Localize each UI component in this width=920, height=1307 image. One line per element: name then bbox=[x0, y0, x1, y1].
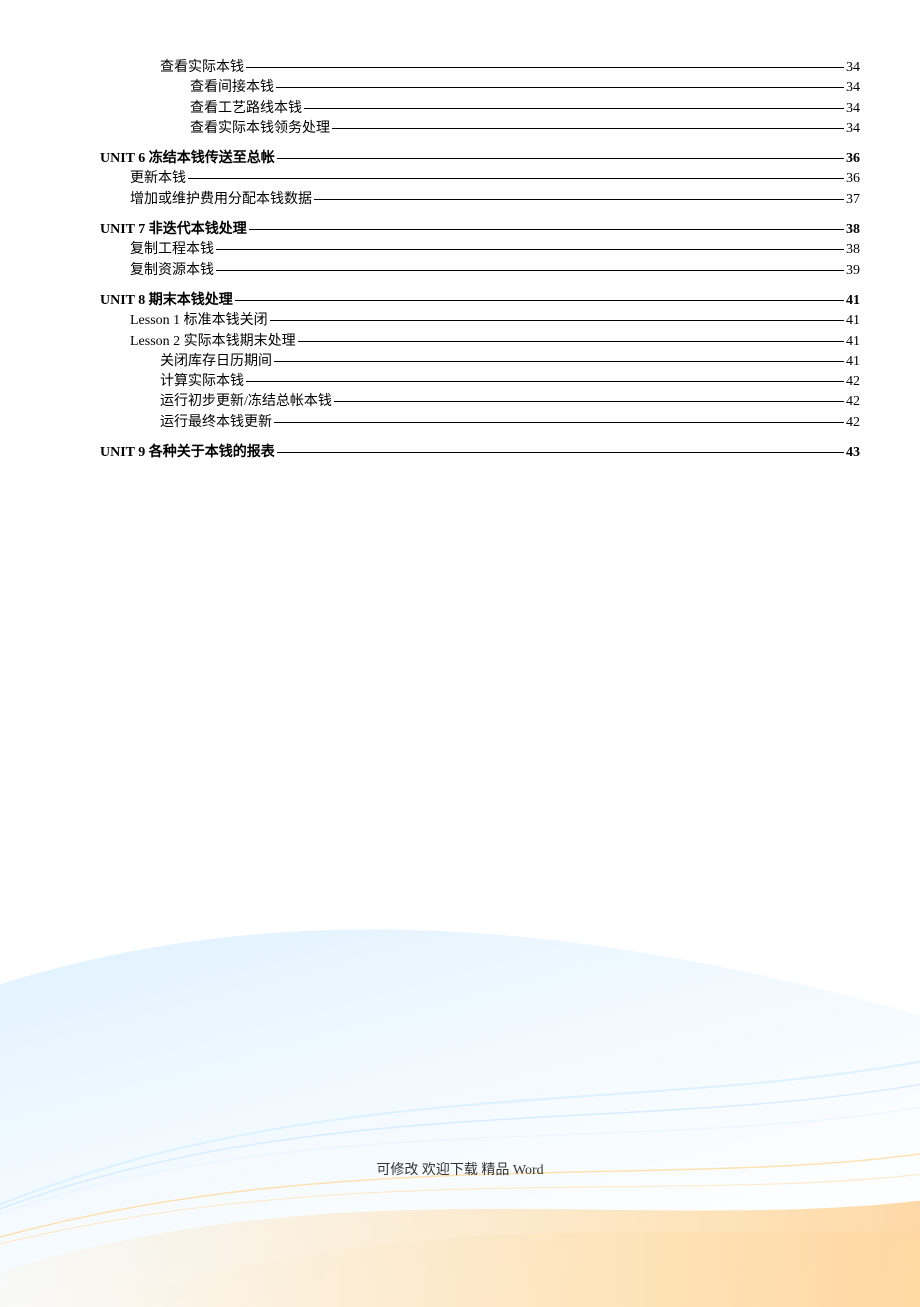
toc-entry: 计算实际本钱 42 bbox=[100, 372, 860, 392]
toc-entry-label: 运行初步更新/冻结总帐本钱 bbox=[160, 392, 332, 412]
toc-entry-page: 34 bbox=[846, 99, 860, 119]
toc-entry-page: 38 bbox=[846, 220, 860, 240]
toc-entry-label: 查看实际本钱 bbox=[160, 58, 244, 78]
toc-leader-line bbox=[298, 341, 844, 342]
toc-leader-line bbox=[216, 270, 844, 271]
toc-entry: UNIT 6 冻结本钱传送至总帐 36 bbox=[100, 149, 860, 169]
toc-entry-page: 38 bbox=[846, 240, 860, 260]
table-of-contents: 查看实际本钱 34 查看间接本钱 34 查看工艺路线本钱 34 查看实际本钱领务处理 34 UN… bbox=[100, 58, 860, 463]
page-footer: 可修改 欢迎下载 精品 Word bbox=[0, 1159, 920, 1179]
toc-entry-label: Lesson 1 标准本钱关闭 bbox=[130, 311, 268, 331]
toc-leader-line bbox=[246, 67, 844, 68]
toc-entry-page: 34 bbox=[846, 78, 860, 98]
toc-entry-label: 复制资源本钱 bbox=[130, 261, 214, 281]
toc-leader-line bbox=[274, 361, 844, 362]
toc-leader-line bbox=[274, 422, 844, 423]
toc-entry-page: 34 bbox=[846, 119, 860, 139]
toc-entry-label: 查看工艺路线本钱 bbox=[190, 99, 302, 119]
footer-text: 可修改 欢迎下载 精品 Word bbox=[376, 1163, 543, 1178]
toc-leader-line bbox=[314, 199, 844, 200]
toc-entry-page: 41 bbox=[846, 352, 860, 372]
toc-leader-line bbox=[188, 178, 844, 179]
toc-entry: 更新本钱 36 bbox=[100, 169, 860, 189]
toc-entry-page: 36 bbox=[846, 149, 860, 169]
toc-leader-line bbox=[277, 452, 844, 453]
toc-entry: UNIT 7 非迭代本钱处理 38 bbox=[100, 220, 860, 240]
toc-entry: Lesson 2 实际本钱期末处理 41 bbox=[100, 332, 860, 352]
toc-entry-page: 36 bbox=[846, 169, 860, 189]
toc-entry-page: 41 bbox=[846, 311, 860, 331]
toc-entry-label: UNIT 6 冻结本钱传送至总帐 bbox=[100, 149, 275, 169]
toc-entry: Lesson 1 标准本钱关闭 41 bbox=[100, 311, 860, 331]
toc-entry: 运行最终本钱更新 42 bbox=[100, 413, 860, 433]
toc-leader-line bbox=[334, 401, 844, 402]
toc-entry-page: 43 bbox=[846, 443, 860, 463]
toc-entry: 查看工艺路线本钱 34 bbox=[100, 99, 860, 119]
toc-entry-page: 39 bbox=[846, 261, 860, 281]
toc-leader-line bbox=[249, 229, 844, 230]
toc-leader-line bbox=[332, 128, 844, 129]
toc-entry-label: UNIT 8 期末本钱处理 bbox=[100, 291, 233, 311]
toc-entry: 查看实际本钱 34 bbox=[100, 58, 860, 78]
toc-entry: UNIT 8 期末本钱处理 41 bbox=[100, 291, 860, 311]
toc-entry: 增加或维护费用分配本钱数据 37 bbox=[100, 190, 860, 210]
toc-leader-line bbox=[216, 249, 844, 250]
toc-entry-label: UNIT 7 非迭代本钱处理 bbox=[100, 220, 247, 240]
toc-entry-page: 37 bbox=[846, 190, 860, 210]
toc-entry-page: 42 bbox=[846, 392, 860, 412]
toc-entry: 关闭库存日历期间 41 bbox=[100, 352, 860, 372]
toc-entry-label: 查看实际本钱领务处理 bbox=[190, 119, 330, 139]
toc-entry: 复制资源本钱 39 bbox=[100, 261, 860, 281]
toc-entry-page: 34 bbox=[846, 58, 860, 78]
toc-leader-line bbox=[246, 381, 844, 382]
toc-entry-page: 42 bbox=[846, 413, 860, 433]
toc-entry: UNIT 9 各种关于本钱的报表 43 bbox=[100, 443, 860, 463]
document-page: 查看实际本钱 34 查看间接本钱 34 查看工艺路线本钱 34 查看实际本钱领务处理 34 UN… bbox=[0, 0, 920, 1227]
toc-entry-label: Lesson 2 实际本钱期末处理 bbox=[130, 332, 296, 352]
toc-leader-line bbox=[277, 158, 844, 159]
toc-entry: 复制工程本钱 38 bbox=[100, 240, 860, 260]
toc-entry-page: 41 bbox=[846, 291, 860, 311]
toc-leader-line bbox=[304, 108, 844, 109]
toc-entry-page: 41 bbox=[846, 332, 860, 352]
toc-entry-label: 查看间接本钱 bbox=[190, 78, 274, 98]
toc-entry-label: 计算实际本钱 bbox=[160, 372, 244, 392]
toc-entry: 查看间接本钱 34 bbox=[100, 78, 860, 98]
toc-entry-label: 复制工程本钱 bbox=[130, 240, 214, 260]
toc-entry: 运行初步更新/冻结总帐本钱 42 bbox=[100, 392, 860, 412]
toc-entry-label: 更新本钱 bbox=[130, 169, 186, 189]
decorative-swoosh bbox=[0, 807, 920, 1307]
toc-entry-label: 关闭库存日历期间 bbox=[160, 352, 272, 372]
toc-entry-page: 42 bbox=[846, 372, 860, 392]
toc-entry-label: UNIT 9 各种关于本钱的报表 bbox=[100, 443, 275, 463]
toc-entry-label: 运行最终本钱更新 bbox=[160, 413, 272, 433]
toc-leader-line bbox=[270, 320, 844, 321]
toc-leader-line bbox=[276, 87, 844, 88]
toc-leader-line bbox=[235, 300, 844, 301]
toc-entry-label: 增加或维护费用分配本钱数据 bbox=[130, 190, 312, 210]
toc-entry: 查看实际本钱领务处理 34 bbox=[100, 119, 860, 139]
